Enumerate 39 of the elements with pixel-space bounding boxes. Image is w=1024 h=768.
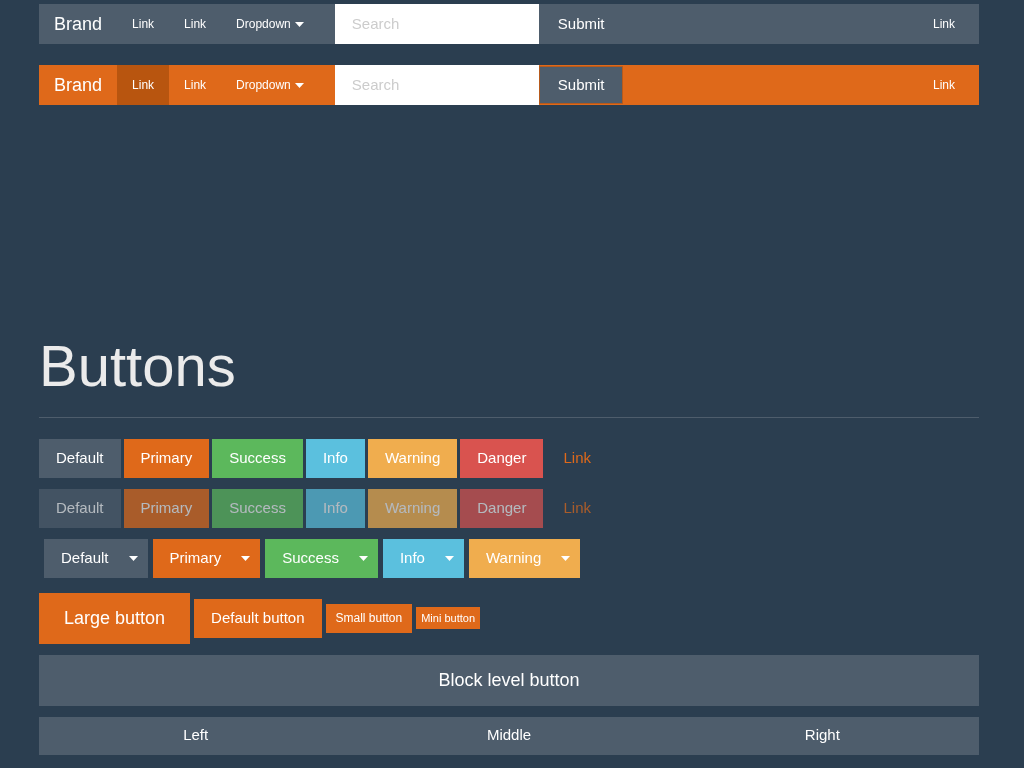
link-button[interactable]: Link [546, 438, 608, 478]
caret-icon [294, 82, 304, 88]
split-button[interactable]: Success [265, 538, 378, 578]
button[interactable]: Primary [123, 438, 210, 478]
nav-link[interactable]: Link [169, 4, 222, 44]
caret-icon [128, 555, 138, 561]
nav-link[interactable]: Link [918, 4, 970, 44]
button[interactable]: Danger [460, 438, 544, 478]
caret-icon [358, 555, 368, 561]
dropdown-toggle[interactable]: Dropdown [221, 4, 319, 44]
split-button[interactable]: Default [44, 538, 148, 578]
caret-icon [294, 21, 304, 27]
page-heading: Buttons [39, 332, 237, 400]
button[interactable]: Success [212, 438, 303, 478]
nav-link[interactable]: Link [169, 65, 222, 105]
brand-link[interactable]: Brand [39, 4, 118, 44]
caret-icon [241, 555, 251, 561]
split-button[interactable]: Info [382, 538, 464, 578]
button[interactable]: Small button [325, 603, 413, 633]
submit-button[interactable]: Submit [538, 66, 624, 104]
caret-icon [444, 555, 454, 561]
button[interactable]: Right [665, 716, 979, 755]
button[interactable]: Middle [352, 716, 666, 755]
brand-link[interactable]: Brand [39, 65, 118, 105]
button[interactable]: Info [305, 438, 365, 478]
nav-link[interactable]: Link [918, 65, 970, 105]
button[interactable]: Mini button [416, 607, 480, 630]
split-button[interactable]: Primary [152, 538, 261, 578]
dropdown-toggle[interactable]: Dropdown [221, 65, 319, 105]
button[interactable]: Default button [194, 598, 322, 638]
caret-icon [561, 555, 571, 561]
button[interactable]: Large button [39, 592, 191, 644]
button[interactable]: Left [39, 716, 353, 755]
block-button[interactable]: Block level button [39, 654, 979, 706]
nav-link[interactable]: Link [117, 4, 170, 44]
button[interactable]: Warning [367, 438, 458, 478]
button[interactable]: Default [39, 438, 121, 478]
split-button[interactable]: Warning [468, 538, 581, 578]
nav-link[interactable]: Link [117, 65, 170, 105]
